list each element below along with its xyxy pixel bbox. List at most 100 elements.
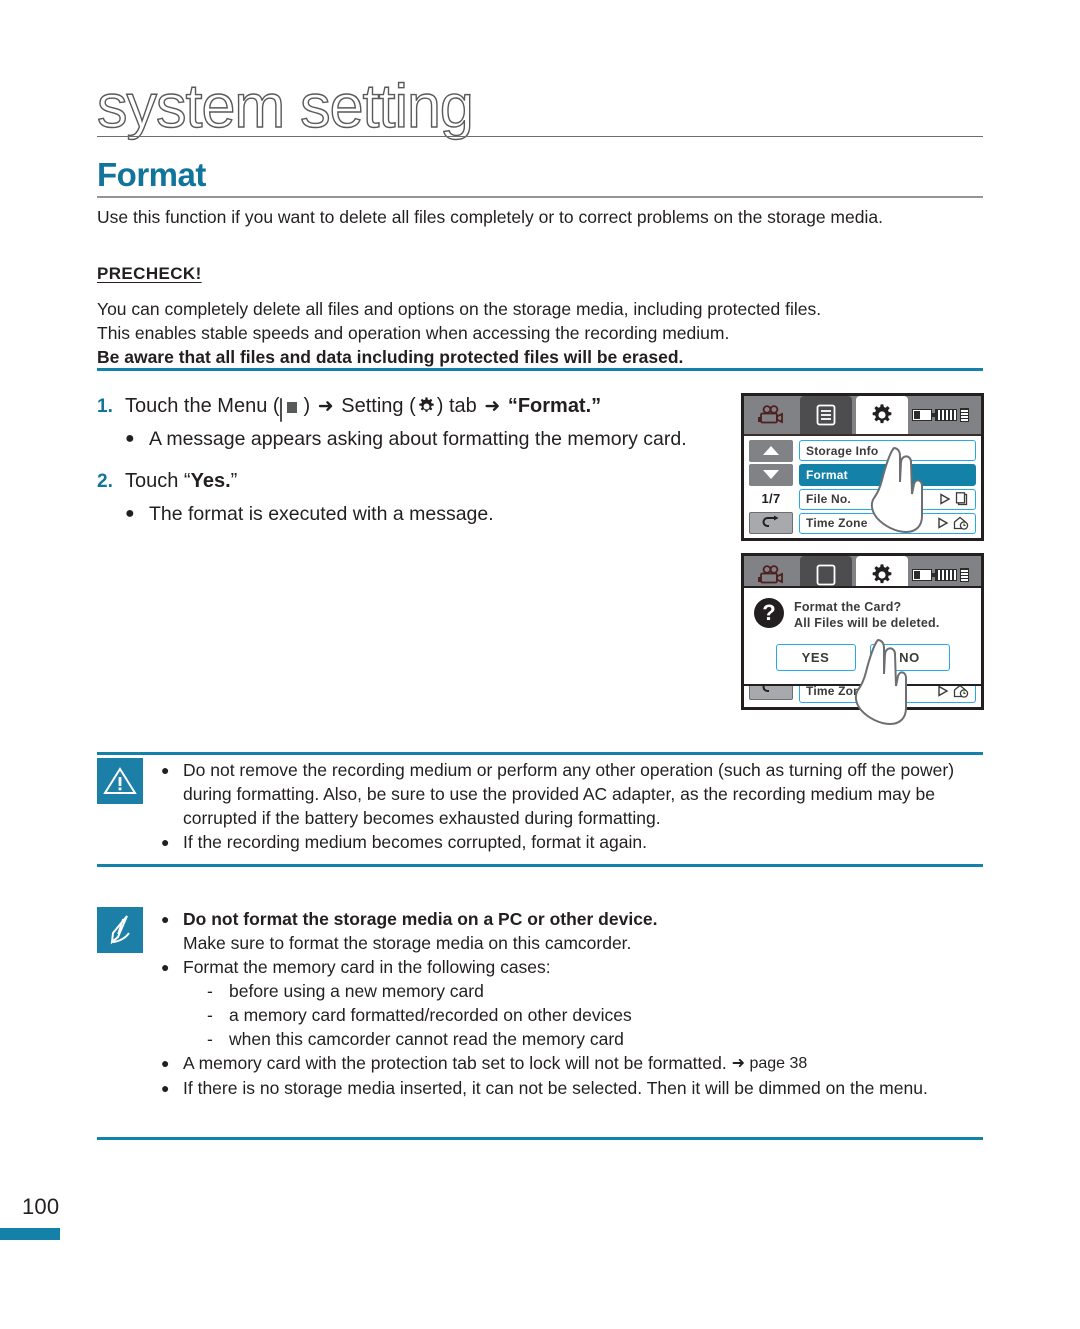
step-1-bullet-1-text: A message appears asking about formattin… [149,428,687,450]
note-item-2-text: Format the memory card in the following … [183,957,551,977]
menu-row-format[interactable]: Format [799,464,976,486]
menu-icon [279,396,304,422]
bullet-dot-icon: ● [125,505,135,522]
note-item-1-bold: Do not format the storage media on a PC … [183,909,658,929]
camcorder-icon [758,405,783,424]
scroll-up-button[interactable] [749,440,793,462]
precheck-line-2: This enables stable speeds and operation… [97,323,730,343]
lcd-menu-nav: 1/7 [748,440,794,534]
caution-item-2-text: If the recording medium becomes corrupte… [183,832,647,852]
step-1-prefix: Touch the Menu ( [125,395,280,417]
note-item-2: ● Format the memory card in the followin… [161,955,983,1051]
page-reference-link[interactable]: ➜ page 38 [732,1055,808,1072]
step-2-bullets: ● The format is executed with a message. [125,500,717,528]
lcd-menu-body: 1/7 Storage Info Format File No. Time Zo… [744,436,981,538]
menu-row-label: Format [806,467,848,482]
format-confirm-dialog: ? Format the Card? All Files will be del… [744,586,981,686]
lcd-screen-menu: 1/7 Storage Info Format File No. Time Zo… [741,393,984,541]
step-2-suffix: ” [230,470,238,492]
dash-mark: - [207,981,213,1001]
menu-row-label: Storage Info [806,443,879,458]
list-tab[interactable] [800,396,852,434]
step-1-number: 1. [97,396,113,417]
caution-item-1: ● Do not remove the recording medium or … [161,758,983,830]
no-button[interactable]: NO [869,644,950,671]
menu-row-file-no[interactable]: File No. [799,488,976,510]
note-item-2-dashes: - before using a new memory card - a mem… [183,979,983,1051]
dash-mark: - [207,1005,213,1025]
section-divider [97,196,983,198]
file-icon [955,492,968,506]
step-1-after-menu: ) [303,395,311,417]
caution-items: ● Do not remove the recording medium or … [161,758,983,854]
note-dash-2-text: a memory card formatted/recorded on othe… [229,1005,632,1025]
section-title: Format [97,156,206,193]
battery-icon [912,409,935,421]
step-2-prefix: Touch “ [125,470,191,492]
step-1-bullets: ● A message appears asking about formatt… [125,425,717,453]
chevron-down-icon [763,470,779,480]
menu-row-time-zone[interactable]: Time Zone [799,512,976,534]
bullet-dot-icon: ● [125,430,135,447]
lcd-status-icons [912,568,981,582]
menu-page-indicator: 1/7 [761,490,781,506]
note-bottom-divider [97,1137,983,1140]
setting-tab[interactable] [856,396,908,434]
step-1-after-gear: ) tab [436,395,477,417]
lcd-menu-topbar [744,396,981,436]
chevron-up-icon [763,446,779,456]
precheck-label: PRECHECK! [97,264,202,283]
bullet-dot-icon: ● [161,834,170,850]
note-pen-icon [97,907,143,953]
precheck-line-3: Be aware that all files and data includi… [97,347,684,367]
precheck-line-1: You can completely delete all files and … [97,299,822,319]
scroll-down-button[interactable] [749,463,793,486]
step-2-bullet-1-text: The format is executed with a message. [149,503,494,525]
menu-row-submenu [937,516,969,531]
gear-icon [872,404,892,424]
note-item-1: ● Do not format the storage media on a P… [161,907,983,955]
lcd-status-icons [912,408,981,422]
dialog-message-row: ? Format the Card? All Files will be del… [754,598,971,631]
step-1-text: Touch the Menu () ➜ Setting () tab ➜ “Fo… [125,392,602,422]
note-dash-3-text: when this camcorder cannot read the memo… [229,1029,624,1049]
note-item-4: ● If there is no storage media inserted,… [161,1076,983,1100]
camcorder-icon [758,565,783,584]
home-clock-icon [953,684,969,698]
bullet-dot-icon: ● [161,1055,170,1071]
menu-row-storage-info[interactable]: Storage Info [799,440,976,462]
caution-top-divider [97,752,983,755]
step-1-setting: Setting ( [341,395,416,417]
step-1-target: “Format.” [507,395,602,417]
bullet-dot-icon: ● [161,911,170,927]
note-item-4-text: If there is no storage media inserted, i… [183,1078,928,1098]
lcd-menu-rows: Storage Info Format File No. Time Zone [799,440,976,534]
warning-triangle-icon [97,758,143,804]
back-arrow-icon [762,515,779,527]
step-1-bullet-1: ● A message appears asking about formatt… [125,425,717,453]
camcorder-tab[interactable] [744,396,796,434]
menu-row-label: File No. [806,492,851,507]
bullet-dot-icon: ● [161,959,170,975]
note-item-1-sub: Make sure to format the storage media on… [183,933,632,953]
caution-callout: ● Do not remove the recording medium or … [97,758,983,854]
caution-bottom-divider [97,864,983,867]
list-icon [816,404,836,426]
battery-bars-icon [935,569,957,581]
note-dash-3: - when this camcorder cannot read the me… [207,1027,983,1051]
step-1: 1. Touch the Menu () ➜ Setting () tab ➜ … [97,392,717,422]
list-icon [816,564,836,586]
back-button[interactable] [749,511,793,534]
yes-button[interactable]: YES [775,644,856,671]
step-2-text: Touch “Yes.” [125,467,237,496]
note-items: ● Do not format the storage media on a P… [161,907,983,1100]
home-clock-icon [953,517,969,531]
note-item-3: ● A memory card with the protection tab … [161,1051,983,1076]
warning-triangle-glyph [103,767,137,794]
caution-item-1-text: Do not remove the recording medium or pe… [183,760,955,828]
step-2-bullet-1: ● The format is executed with a message. [125,500,717,528]
triangle-right-icon [938,685,949,697]
note-callout: ● Do not format the storage media on a P… [97,907,983,1100]
dialog-message: Format the Card? All Files will be delet… [794,598,940,631]
menu-row-submenu [937,684,969,698]
